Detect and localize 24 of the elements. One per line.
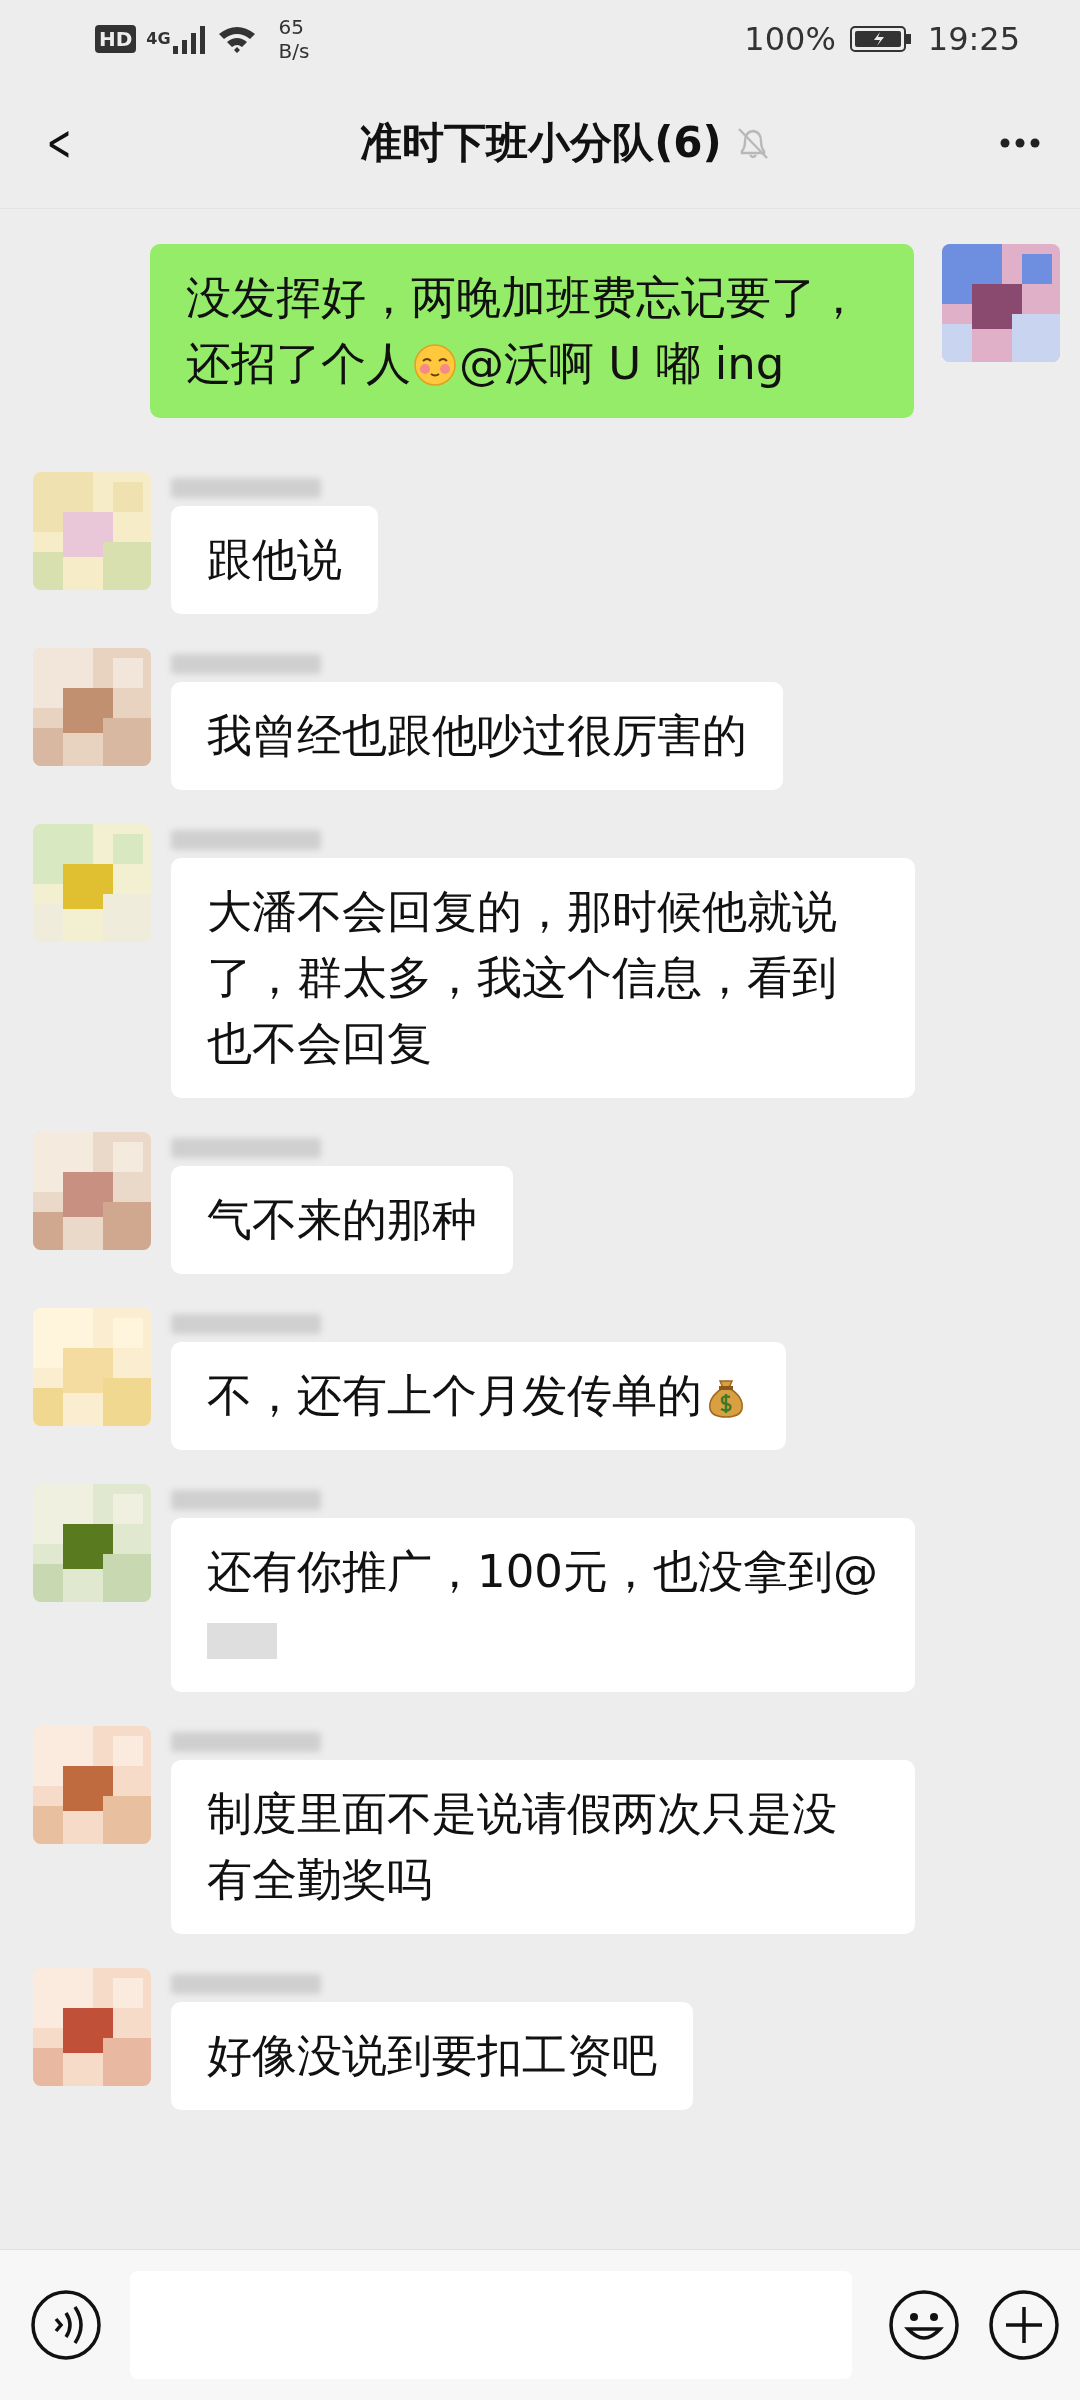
battery-percent: 100% [744,20,836,58]
message-bubble: 制度里面不是说请假两次只是没有全勤奖吗 [171,1760,915,1934]
message-bubble: 好像没说到要扣工资吧 [171,2002,693,2110]
battery-icon [849,24,912,54]
network-label: 4G [146,29,171,48]
message-bubble: 跟他说 [171,506,378,614]
message-bubble: 还有你推广，100元，也没拿到@ [171,1518,915,1692]
message-bubble: 不，还有上个月发传单的 [171,1342,786,1450]
speed-unit: B/s [278,39,310,63]
more-icon[interactable] [1000,137,1040,149]
message-bubble: 我曾经也跟他吵过很厉害的 [171,682,783,790]
speed-value: 65 [278,15,306,39]
plus-icon[interactable] [988,2289,1060,2361]
blush-emoji-icon [413,343,457,387]
message-bubble: 没发挥好，两晚加班费忘记要了，还招了个人 @沃啊 U 嘟 ing [150,244,914,418]
chat-title: 准时下班小分队(6) [360,117,722,169]
emoji-icon[interactable] [888,2289,960,2361]
voice-icon[interactable] [30,2289,102,2361]
back-button[interactable]: < [40,114,78,172]
hd-badge: HD [95,25,137,53]
message-bubble: 大潘不会回复的，那时候他就说了，群太多，我这个信息，看到也不会回复 [171,858,915,1098]
message-bubble: 气不来的那种 [171,1166,513,1274]
signal-icon [172,24,207,54]
clock-time: 19:25 [927,20,1020,58]
